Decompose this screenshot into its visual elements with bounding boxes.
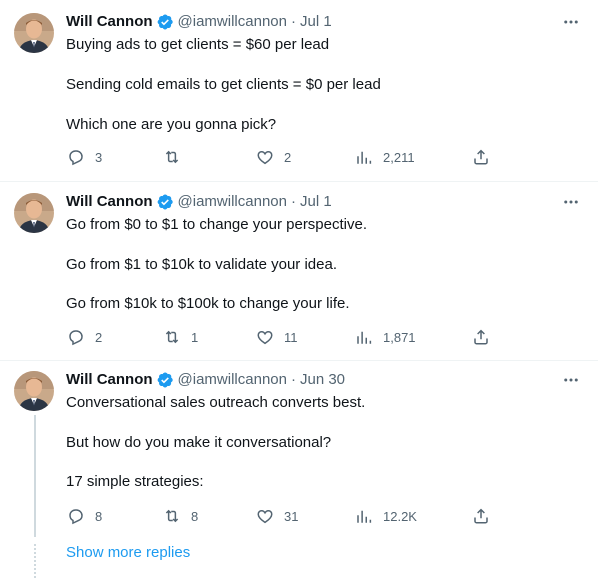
tweet[interactable]: Will Cannon @iamwillcannon · Jul 1 Buyin… — [0, 0, 598, 181]
like-button[interactable]: 31 — [256, 506, 298, 526]
tweet-date[interactable]: Jul 1 — [300, 192, 332, 212]
reply-count: 8 — [95, 508, 103, 524]
tweet-actions: 3 2 2,211 — [0, 147, 598, 167]
avatar-image — [14, 13, 54, 53]
verified-badge-icon — [156, 193, 174, 211]
avatar[interactable] — [14, 193, 54, 233]
like-button[interactable]: 2 — [256, 147, 291, 167]
share-icon — [474, 329, 488, 345]
retweet-icon — [165, 150, 179, 164]
separator: · — [290, 371, 296, 388]
views-icon — [357, 510, 372, 523]
reply-count: 2 — [95, 329, 103, 345]
avatar-image — [14, 371, 54, 411]
more-icon[interactable] — [562, 371, 580, 389]
tweet-date[interactable]: Jun 30 — [300, 370, 345, 390]
share-button[interactable] — [472, 147, 490, 167]
reply-icon — [69, 150, 83, 166]
reply-button[interactable]: 3 — [67, 147, 102, 167]
tweet-header: Will Cannon @iamwillcannon · Jul 1 — [66, 192, 332, 212]
author-name[interactable]: Will Cannon — [66, 192, 153, 212]
share-button[interactable] — [472, 327, 490, 347]
views-button[interactable]: 1,871 — [355, 327, 416, 347]
tweet-header: Will Cannon @iamwillcannon · Jun 30 — [66, 370, 345, 390]
retweet-count: 8 — [191, 508, 199, 524]
author-name[interactable]: Will Cannon — [66, 370, 153, 390]
avatar[interactable] — [14, 13, 54, 53]
separator: · — [290, 13, 296, 30]
like-count: 2 — [284, 149, 292, 165]
thread-dots — [34, 544, 36, 578]
avatar[interactable] — [14, 371, 54, 411]
author-handle[interactable]: @iamwillcannon — [178, 12, 287, 32]
tweet-actions: 8 8 31 12.2K — [0, 506, 598, 526]
heart-icon — [257, 509, 273, 524]
views-count: 12.2K — [383, 508, 417, 524]
author-handle[interactable]: @iamwillcannon — [178, 192, 287, 212]
like-count: 11 — [284, 329, 298, 345]
tweet-text-line: But how do you make it conversational? — [66, 434, 332, 451]
views-button[interactable]: 2,211 — [355, 147, 415, 167]
verified-badge-icon — [156, 13, 174, 31]
tweet-text-line: Conversational sales outreach converts b… — [66, 394, 366, 411]
tweet-text-line: Which one are you gonna pick? — [66, 116, 277, 133]
tweet[interactable]: Will Cannon @iamwillcannon · Jun 30 Conv… — [0, 361, 598, 578]
tweet-header: Will Cannon @iamwillcannon · Jul 1 — [66, 12, 332, 32]
share-button[interactable] — [472, 506, 490, 526]
tweet-text-line: Go from $1 to $10k to validate your idea… — [66, 256, 337, 273]
retweet-button[interactable]: 8 — [163, 506, 198, 526]
views-icon — [357, 151, 372, 164]
reply-icon — [69, 509, 83, 525]
reply-button[interactable]: 2 — [67, 327, 102, 347]
retweet-button[interactable] — [163, 147, 191, 167]
author-handle[interactable]: @iamwillcannon — [178, 370, 287, 390]
share-icon — [474, 508, 488, 524]
reply-button[interactable]: 8 — [67, 506, 102, 526]
separator: · — [290, 193, 296, 210]
views-count: 1,871 — [383, 329, 416, 345]
author-name[interactable]: Will Cannon — [66, 12, 153, 32]
verified-badge-icon — [156, 371, 174, 389]
like-button[interactable]: 11 — [256, 327, 298, 347]
heart-icon — [257, 330, 273, 345]
tweet-text-line: Sending cold emails to get clients = $0 … — [66, 76, 381, 93]
tweet-text-line: Buying ads to get clients = $60 per lead — [66, 36, 330, 53]
share-icon — [474, 149, 488, 165]
retweet-icon — [165, 509, 179, 523]
heart-icon — [257, 150, 273, 165]
tweet-text-line: Go from $0 to $1 to change your perspect… — [66, 216, 368, 233]
views-count: 2,211 — [383, 149, 415, 165]
views-icon — [357, 331, 372, 344]
tweet-feed: Will Cannon @iamwillcannon · Jul 1 Buyin… — [0, 0, 598, 578]
avatar-image — [14, 193, 54, 233]
more-icon[interactable] — [562, 193, 580, 211]
reply-icon — [69, 330, 83, 346]
tweet-text-line: Go from $10k to $100k to change your lif… — [66, 295, 350, 312]
show-more-replies-link[interactable]: Show more replies — [66, 543, 190, 563]
views-button[interactable]: 12.2K — [355, 506, 417, 526]
reply-count: 3 — [95, 149, 103, 165]
more-icon[interactable] — [562, 13, 580, 31]
tweet-actions: 2 1 11 1,871 — [0, 327, 598, 347]
tweet-text-line: 17 simple strategies: — [66, 473, 204, 490]
tweet[interactable]: Will Cannon @iamwillcannon · Jul 1 Go fr… — [0, 182, 598, 360]
retweet-icon — [165, 330, 179, 344]
like-count: 31 — [284, 508, 299, 524]
retweet-count: 1 — [191, 329, 199, 345]
tweet-date[interactable]: Jul 1 — [300, 12, 332, 32]
retweet-button[interactable]: 1 — [163, 327, 198, 347]
